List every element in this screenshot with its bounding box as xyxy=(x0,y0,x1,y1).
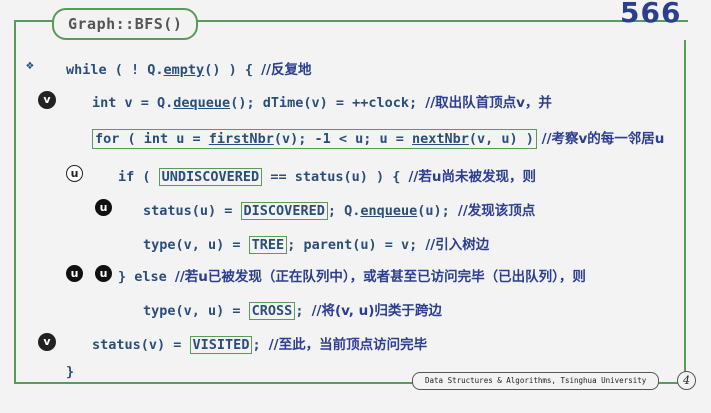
code-line-cross: type(v, u) = CROSS; //将(v, u)归类于跨边 xyxy=(143,302,442,320)
footer-caption: Data Structures & Algorithms, Tsinghua U… xyxy=(412,372,660,390)
code-line-dequeue: int v = Q.dequeue(); dTime(v) = ++clock;… xyxy=(92,95,552,111)
u-bullet-icon: u xyxy=(95,265,112,282)
code-line-status-discovered: status(u) = DISCOVERED; Q.enqueue(u); //… xyxy=(143,202,536,220)
slide-title: Graph::BFS() xyxy=(52,8,199,40)
code-line-tree: type(v, u) = TREE; parent(u) = v; //引入树边 xyxy=(143,236,490,254)
code-line-else: } else //若u已被发现（正在队列中），或者甚至已访问完毕（已出队列），则 xyxy=(118,269,586,285)
code-line-close-brace: } xyxy=(66,364,75,380)
code-line-if: if ( UNDISCOVERED == status(u) ) { //若u尚… xyxy=(118,168,536,186)
footer-page-number: 4 xyxy=(677,371,696,390)
page-number: 566 xyxy=(620,0,682,29)
code-line-while: while ( ! Q.empty() ) { //反复地 xyxy=(66,62,312,78)
u-bullet-icon: u xyxy=(66,265,83,282)
slide-frame-right xyxy=(684,40,686,378)
v-bullet-icon: v xyxy=(38,91,56,109)
code-line-visited: status(v) = VISITED; //至此，当前顶点访问完毕 xyxy=(92,336,428,354)
v-bullet-icon: v xyxy=(38,333,56,351)
u-bullet-icon: u xyxy=(95,199,112,216)
code-line-for: for ( int u = firstNbr(v); -1 < u; u = n… xyxy=(92,127,664,149)
diamond-bullet-icon: ❖ xyxy=(26,58,34,73)
u-bullet-icon: u xyxy=(66,165,83,182)
